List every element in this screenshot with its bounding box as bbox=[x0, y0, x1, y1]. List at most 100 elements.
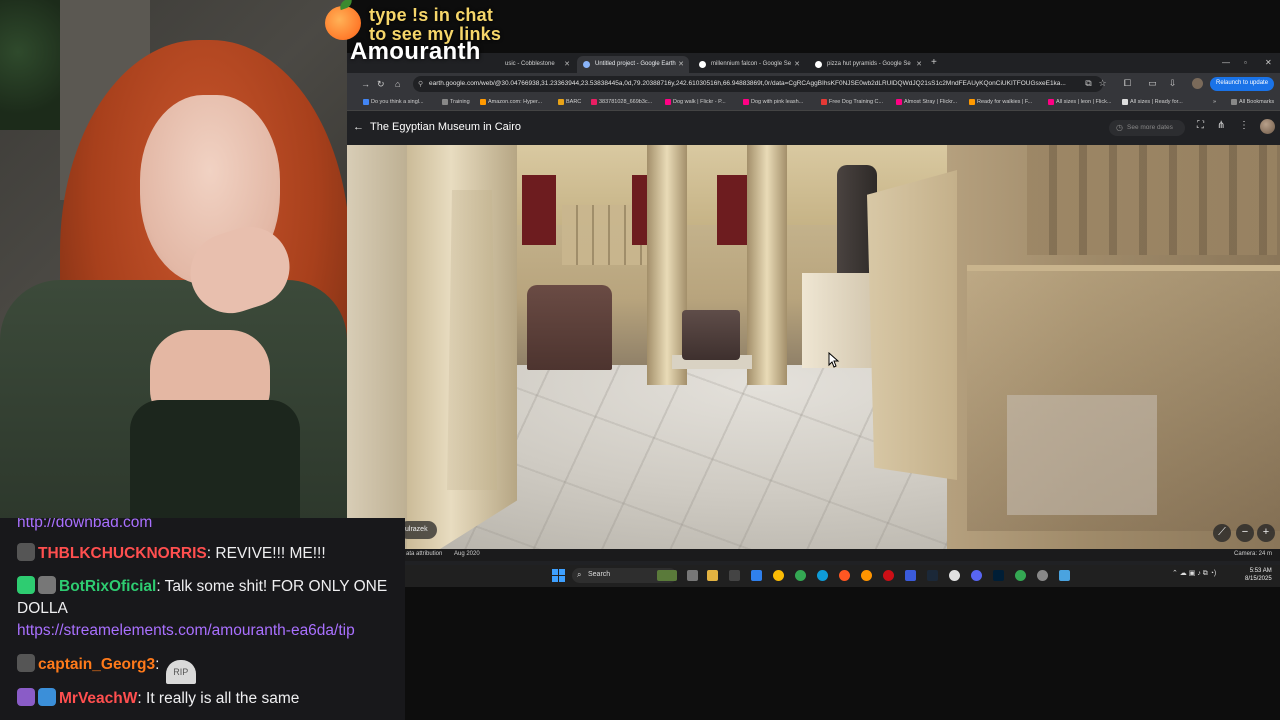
zoom-in-button[interactable]: + bbox=[1257, 524, 1275, 542]
profile-avatar[interactable] bbox=[1192, 78, 1203, 89]
compass-icon[interactable]: ⟋ bbox=[1213, 524, 1231, 542]
chat-link[interactable]: http://downbad.com bbox=[17, 518, 152, 531]
fullscreen-icon[interactable]: ⛶ bbox=[1197, 120, 1204, 131]
extensions-icon[interactable]: ⧠ bbox=[1122, 78, 1133, 89]
tab-millennium-falcon[interactable]: millennium falcon - Google Se ✕ bbox=[693, 56, 805, 73]
tab-google-earth[interactable]: Untitled project - Google Earth ✕ bbox=[577, 56, 689, 73]
downloads-icon[interactable]: ⇩ bbox=[1167, 78, 1178, 89]
small-sarcophagus bbox=[682, 310, 740, 360]
edge-icon[interactable] bbox=[817, 570, 828, 581]
earth-header-bar: ← The Egyptian Museum in Cairo ◷ See mor… bbox=[347, 111, 1280, 145]
chrome-icon[interactable] bbox=[1015, 570, 1026, 581]
bookmark-item[interactable]: Do you think a singl... bbox=[363, 99, 424, 105]
chat-message: http://downbad.com bbox=[17, 518, 397, 534]
close-icon[interactable]: ✕ bbox=[564, 60, 570, 68]
settings-icon[interactable] bbox=[1037, 570, 1048, 581]
close-icon[interactable]: ✕ bbox=[794, 60, 800, 68]
task-view-icon[interactable] bbox=[687, 570, 698, 581]
promo-line-1: type !s in chat bbox=[369, 5, 494, 25]
app-icon[interactable] bbox=[1059, 570, 1070, 581]
see-more-dates-label: See more dates bbox=[1127, 124, 1173, 131]
photoshop-icon[interactable] bbox=[993, 570, 1004, 581]
red-wall-panel bbox=[717, 175, 751, 245]
user-badge-icon bbox=[17, 543, 35, 561]
street-view-panorama[interactable]: ulrazek ⟋ − + bbox=[347, 145, 1280, 549]
back-arrow-icon[interactable]: ← bbox=[353, 121, 364, 133]
bookmark-item[interactable]: Dog with pink leash... bbox=[743, 99, 803, 105]
see-more-dates-button[interactable]: ◷ See more dates bbox=[1109, 120, 1185, 136]
google-icon bbox=[699, 61, 706, 68]
chat-username[interactable]: MrVeachW bbox=[59, 690, 137, 707]
system-tray[interactable]: ⌃ ☁ ▣ ♪ ⧉ ◔) bbox=[1172, 569, 1216, 578]
opera-icon[interactable] bbox=[883, 570, 894, 581]
chat-link[interactable]: https://streamelements.com/amouranth-ea6… bbox=[17, 622, 355, 639]
reload-icon[interactable]: ↻ bbox=[377, 79, 385, 90]
firefox-icon[interactable] bbox=[861, 570, 872, 581]
capture-date: Aug 2020 bbox=[454, 551, 480, 557]
chat-username[interactable]: captain_Georg3 bbox=[38, 656, 155, 673]
discord-icon[interactable] bbox=[971, 570, 982, 581]
maximize-icon[interactable]: ▫ bbox=[1244, 58, 1247, 67]
close-window-icon[interactable]: ✕ bbox=[1265, 58, 1272, 67]
app-icon[interactable] bbox=[905, 570, 916, 581]
bookmark-item[interactable]: All sizes | leon | Flick... bbox=[1048, 99, 1111, 105]
share-page-icon[interactable]: ⧉ bbox=[1083, 78, 1094, 89]
bookmark-item[interactable]: Free Dog Training C... bbox=[821, 99, 883, 105]
stream-frame: type !s in chat to see my links usic - C… bbox=[0, 0, 1280, 720]
sidebar-icon[interactable]: ▭ bbox=[1147, 78, 1158, 89]
site-info-icon[interactable]: ⚲ bbox=[418, 80, 423, 88]
bookmark-item[interactable]: Amazon.com: Hyper... bbox=[480, 99, 542, 105]
earth-status-bar: ata attribution Aug 2020 Camera: 24 m bbox=[347, 549, 1280, 561]
chat-username[interactable]: THBLKCHUCKNORRIS bbox=[38, 545, 207, 562]
brave-icon[interactable] bbox=[839, 570, 850, 581]
taskbar-clock[interactable]: 5:53 AM 8/15/2025 bbox=[1245, 567, 1272, 583]
app-icon[interactable] bbox=[949, 570, 960, 581]
all-bookmarks-folder[interactable]: All Bookmarks bbox=[1231, 99, 1274, 105]
museum-pillar bbox=[647, 145, 687, 385]
bookmark-item[interactable]: 383781028_669b3c... bbox=[591, 99, 652, 105]
minimize-icon[interactable]: — bbox=[1222, 58, 1230, 67]
red-wall-panel bbox=[522, 175, 556, 245]
windows-taskbar: ⌕ Search ⌃ ☁ ▣ ♪ ⧉ ◔) 5:53 AM 8/15/2025 bbox=[347, 565, 1280, 587]
relaunch-to-update-button[interactable]: Relaunch to update bbox=[1210, 77, 1275, 91]
store-icon[interactable] bbox=[751, 570, 762, 581]
bookmark-star-icon[interactable]: ☆ bbox=[1097, 78, 1108, 89]
bookmark-item[interactable]: Training bbox=[442, 99, 470, 105]
tab-pizza-hut-pyramids[interactable]: pizza hut pyramids - Google Se ✕ bbox=[809, 56, 927, 73]
bookmark-item[interactable]: Almost Stray | Flickr... bbox=[896, 99, 957, 105]
terminal-icon[interactable] bbox=[729, 570, 740, 581]
bookmark-item[interactable]: BARC bbox=[558, 99, 581, 105]
forward-icon[interactable]: → bbox=[361, 79, 370, 89]
steam-icon[interactable] bbox=[927, 570, 938, 581]
gift-badge-icon bbox=[38, 688, 56, 706]
more-bookmarks-icon[interactable]: » bbox=[1205, 99, 1216, 105]
more-options-icon[interactable]: ⋮ bbox=[1239, 120, 1249, 131]
data-attribution-link[interactable]: ata attribution bbox=[406, 551, 442, 557]
close-icon[interactable]: ✕ bbox=[916, 60, 922, 68]
share-icon[interactable]: ⋔ bbox=[1217, 120, 1225, 131]
bookmark-item[interactable]: Dog walk | Flickr - P... bbox=[665, 99, 726, 105]
file-explorer-icon[interactable] bbox=[707, 570, 718, 581]
tab-music[interactable]: usic - Cobblestone ✕ bbox=[487, 56, 575, 73]
photos-icon[interactable] bbox=[773, 570, 784, 581]
close-icon[interactable]: ✕ bbox=[678, 60, 684, 68]
streamer-name: Amouranth bbox=[350, 38, 481, 65]
zoom-out-button[interactable]: − bbox=[1236, 524, 1254, 542]
weather-widget-icon[interactable] bbox=[657, 570, 677, 581]
account-avatar[interactable] bbox=[1260, 119, 1275, 134]
clock-date: 8/15/2025 bbox=[1245, 576, 1272, 582]
search-icon: ⌕ bbox=[577, 570, 582, 579]
home-icon[interactable]: ⌂ bbox=[395, 79, 400, 89]
chat-text: REVIVE!!! ME!!! bbox=[215, 545, 326, 562]
user-badge-icon bbox=[17, 654, 35, 672]
chat-username[interactable]: BotRixOficial bbox=[59, 578, 156, 595]
url-field[interactable]: ⚲ earth.google.com/web/@30.04766938,31.2… bbox=[413, 76, 1103, 92]
chrome-icon[interactable] bbox=[795, 570, 806, 581]
new-tab-button[interactable]: + bbox=[931, 57, 937, 68]
bookmark-item[interactable]: All sizes | Ready for... bbox=[1122, 99, 1183, 105]
bookmark-item[interactable]: Ready for walkies | F... bbox=[969, 99, 1032, 105]
subscriber-badge-icon bbox=[38, 576, 56, 594]
left-wall bbox=[347, 145, 417, 549]
chat-message: MrVeachW: It really is all the same bbox=[17, 688, 397, 710]
windows-start-icon[interactable] bbox=[552, 569, 565, 582]
